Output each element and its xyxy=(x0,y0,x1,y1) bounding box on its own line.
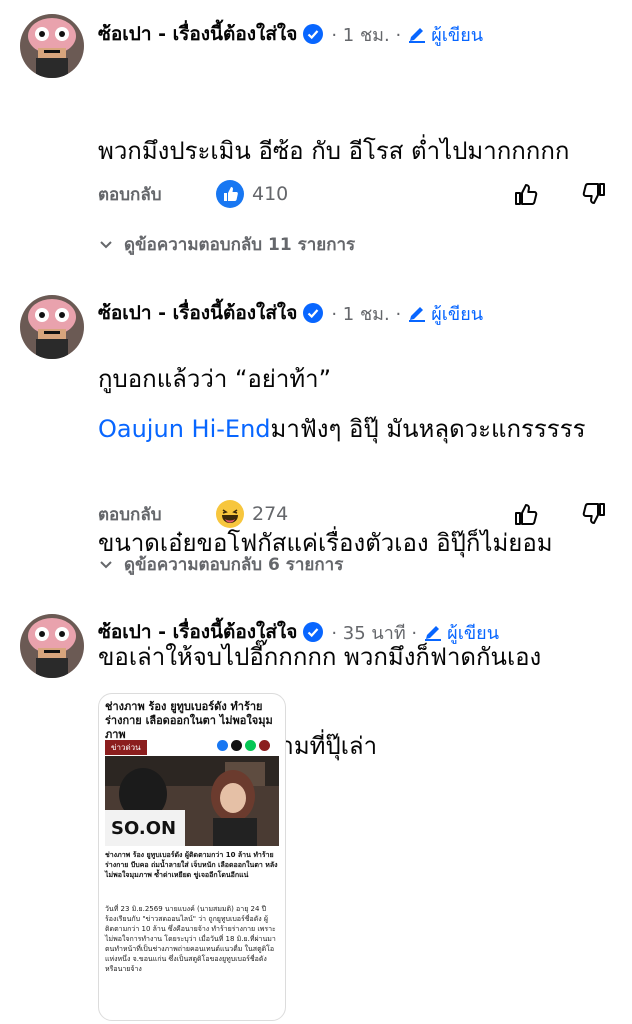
author-name[interactable]: ซ้อเปา - เรื่องนี้ต้องใส่ใจ xyxy=(98,617,297,647)
avatar[interactable] xyxy=(20,614,84,678)
comment-time[interactable]: · 35 นาที · xyxy=(331,618,417,647)
attachment-headline: ช่างภาพ ร้อง ยูทูบเบอร์ดัง ทำร้ายร่างกาย… xyxy=(105,700,273,741)
attachment-photo: SO.ON xyxy=(105,756,279,846)
breaking-news-tag: ข่าวด่วน xyxy=(105,740,147,755)
news-screenshot-attachment[interactable]: ช่างภาพ ร้อง ยูทูบเบอร์ดัง ทำร้ายร่างกาย… xyxy=(98,693,286,1021)
shirt-print-text: SO.ON xyxy=(111,818,177,839)
attachment-body: วันที่ 23 มิ.ย.2569 นายแบงค์ (นามสมมติ) … xyxy=(105,905,276,973)
line-icon xyxy=(245,740,256,751)
author-badge: ผู้เขียน xyxy=(423,618,499,647)
comment-3: ซ้อเปา - เรื่องนี้ต้องใส่ใจ · 35 นาที · … xyxy=(0,0,632,1024)
facebook-icon xyxy=(217,740,228,751)
attachment-subhead: ช่างภาพ ร้อง ยูทูบเบอร์ดัง ผู้ติดตามกว่า… xyxy=(105,851,278,879)
share-icons xyxy=(217,740,270,751)
x-icon xyxy=(231,740,242,751)
verified-badge-icon xyxy=(303,622,324,642)
pencil-icon xyxy=(425,626,442,641)
link-icon xyxy=(259,740,270,751)
comment-header: ซ้อเปา - เรื่องนี้ต้องใส่ใจ · 35 นาที · … xyxy=(98,616,499,648)
